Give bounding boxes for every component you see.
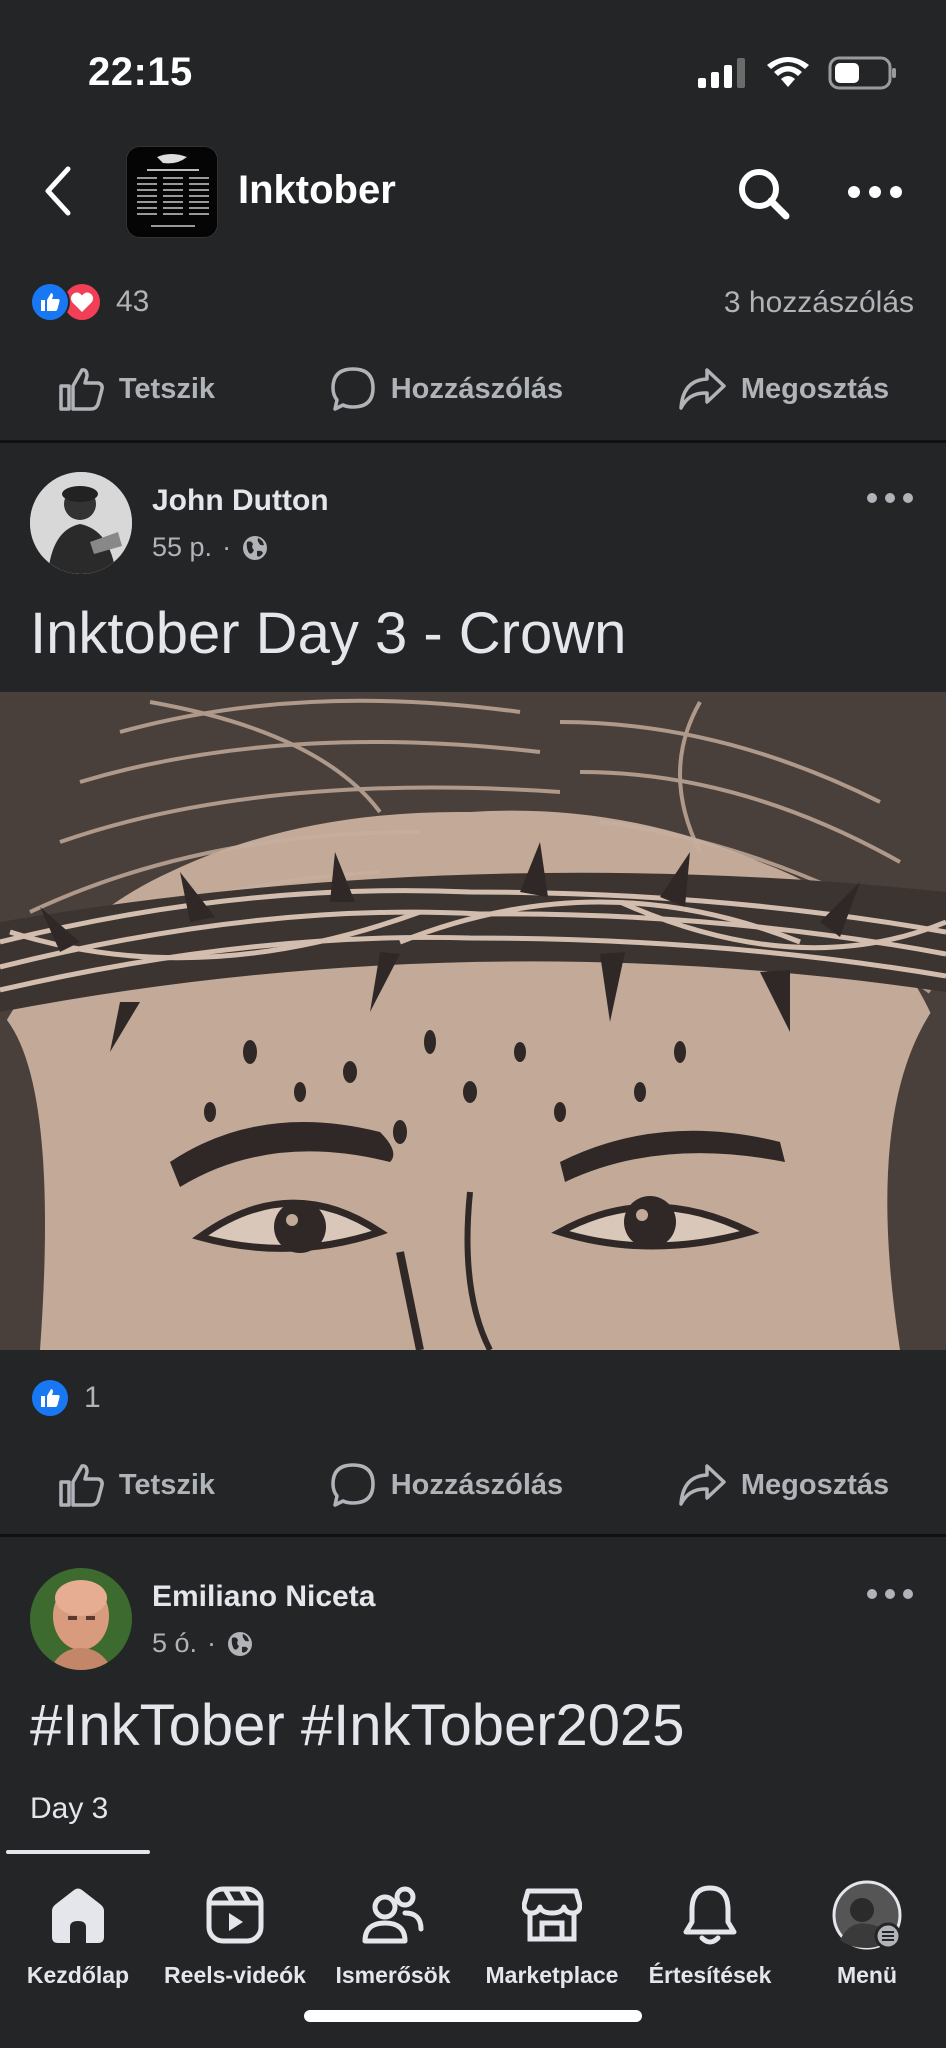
avatar-john-dutton[interactable] [30, 472, 132, 574]
comment-bubble-icon [330, 1463, 375, 1507]
marketplace-icon [517, 1880, 587, 1950]
bell-icon [675, 1880, 745, 1950]
globe-icon [243, 535, 268, 560]
chevron-left-icon [45, 166, 71, 216]
nav-label: Reels-videók [164, 1962, 306, 1988]
nav-label: Kezdőlap [26, 1962, 130, 1988]
signal-icon [698, 58, 745, 88]
post-meta: 55 p. · [152, 532, 269, 563]
share-label: Megosztás [740, 1468, 890, 1501]
more-options-button[interactable] [846, 175, 904, 209]
separator-dot: · [222, 532, 232, 562]
post-time[interactable]: 5 ó. [152, 1628, 197, 1659]
like-label: Tetszik [118, 372, 216, 405]
action-bar: Tetszik Hozzászólás Megosztás [0, 1440, 946, 1530]
divider [0, 440, 946, 443]
search-button[interactable] [734, 164, 794, 224]
comment-button[interactable]: Hozzászólás [329, 365, 563, 413]
tab-day-3[interactable]: Day 3 [30, 1792, 108, 1826]
like-reaction-icon [30, 282, 70, 322]
reaction-summary[interactable]: 43 [30, 282, 149, 322]
profile-menu-icon [832, 1880, 902, 1950]
nav-label: Értesítések [648, 1962, 772, 1988]
nav-friends[interactable]: Ismerősök [308, 1880, 478, 1989]
share-arrow-icon [679, 368, 726, 410]
group-avatar[interactable] [126, 146, 218, 238]
tab-active-indicator [6, 1850, 150, 1854]
wifi-icon [767, 57, 809, 87]
back-button[interactable] [40, 165, 80, 217]
avatar-emiliano-niceta[interactable] [30, 1568, 132, 1670]
like-button[interactable]: Tetszik [57, 1462, 215, 1508]
post-author[interactable]: Emiliano Niceta [152, 1580, 375, 1614]
status-icons [698, 56, 898, 90]
nav-label: Ismerősök [335, 1962, 451, 1988]
nav-marketplace[interactable]: Marketplace [467, 1880, 637, 1989]
comment-bubble-icon [330, 367, 375, 411]
reaction-count: 1 [84, 1381, 101, 1414]
nav-label: Marketplace [485, 1962, 619, 1988]
nav-menu[interactable]: Menü [782, 1880, 946, 1989]
ink-drawing [0, 692, 946, 1350]
post-options-button[interactable] [866, 1584, 914, 1604]
thumbs-up-icon [59, 368, 104, 411]
nav-home[interactable]: Kezdőlap [0, 1880, 163, 1989]
reaction-count: 43 [116, 285, 150, 318]
like-reaction-icon [30, 1378, 70, 1418]
comment-label: Hozzászólás [390, 1468, 564, 1501]
post1-reaction-summary[interactable]: 1 [30, 1378, 101, 1418]
status-time: 22:15 [88, 50, 193, 94]
comment-label: Hozzászólás [390, 372, 564, 405]
globe-icon [228, 1631, 253, 1656]
action-bar: Tetszik Hozzászólás Megosztás [0, 344, 946, 434]
more-horizontal-icon [867, 493, 913, 503]
separator-dot: · [207, 1628, 217, 1658]
more-horizontal-icon [867, 1589, 913, 1599]
avatar-photo [30, 1568, 132, 1670]
inktober-prompt-list-image [127, 147, 217, 237]
avatar-photo [30, 472, 132, 574]
post-text: #InkTober #InkTober2025 [30, 1693, 685, 1758]
page-title[interactable]: Inktober [238, 168, 396, 213]
home-icon [43, 1880, 113, 1950]
post-options-button[interactable] [866, 488, 914, 508]
more-horizontal-icon [848, 186, 902, 198]
reels-icon [200, 1880, 270, 1950]
home-indicator [304, 2010, 642, 2022]
post-meta: 5 ó. · [152, 1628, 254, 1659]
share-button[interactable]: Megosztás [677, 366, 889, 412]
friends-icon [358, 1880, 428, 1950]
post-text: Inktober Day 3 - Crown [30, 601, 627, 666]
nav-reels[interactable]: Reels-videók [150, 1880, 320, 1989]
divider [0, 1534, 946, 1537]
search-icon [739, 169, 790, 220]
share-button[interactable]: Megosztás [677, 1462, 889, 1508]
nav-label: Menü [836, 1962, 898, 1988]
thumbs-up-icon [59, 1464, 104, 1507]
like-label: Tetszik [118, 1468, 216, 1501]
nav-notifications[interactable]: Értesítések [625, 1880, 795, 1989]
post-image-crown-drawing[interactable] [0, 692, 946, 1350]
share-label: Megosztás [740, 372, 890, 405]
share-arrow-icon [679, 1464, 726, 1506]
post-author[interactable]: John Dutton [152, 484, 329, 518]
like-button[interactable]: Tetszik [57, 366, 215, 412]
battery-icon [828, 56, 896, 90]
comment-count[interactable]: 3 hozzászólás [724, 286, 914, 320]
comment-button[interactable]: Hozzászólás [329, 1461, 563, 1509]
post-time[interactable]: 55 p. [152, 532, 212, 563]
